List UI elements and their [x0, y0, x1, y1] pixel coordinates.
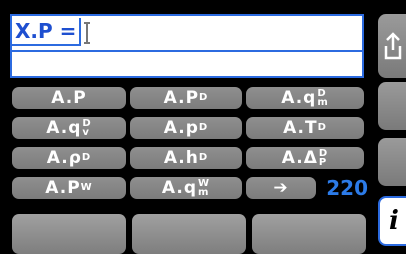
item-count: 220 [326, 176, 368, 200]
export-icon [378, 14, 406, 78]
softkey-3[interactable] [252, 214, 366, 254]
button-sub: v [82, 127, 90, 138]
button-base: A.q [161, 178, 198, 198]
info-icon: i [389, 206, 399, 236]
calculator-screen: X.P = A.P A.P D A.q Dm A.q Dv A.p D A.T D A… [0, 0, 406, 254]
side-button-2[interactable] [378, 82, 406, 130]
button-base: A.P [163, 88, 200, 108]
var-button-a-h-d[interactable]: A.h D [130, 147, 242, 169]
var-button-a-q-w-m[interactable]: A.q Wm [130, 177, 242, 199]
var-button-a-q-d-v[interactable]: A.q Dv [12, 117, 126, 139]
button-base: A.Δ [281, 148, 318, 168]
variable-label: X.P = [12, 18, 82, 46]
next-page-button[interactable]: ➔ [246, 177, 316, 199]
softkey-2[interactable] [132, 214, 246, 254]
softkey-1[interactable] [12, 214, 126, 254]
button-base: A.P [45, 178, 81, 198]
arrow-right-icon: ➔ [273, 178, 289, 198]
button-base: A.p [163, 118, 199, 138]
var-button-a-t-d[interactable]: A.T D [246, 117, 364, 139]
var-button-a-q-d-m[interactable]: A.q Dm [246, 87, 364, 109]
var-button-a-rho-d-2[interactable]: A.ρ D [12, 147, 126, 169]
var-button-a-p-w[interactable]: A.P W [12, 177, 126, 199]
export-button[interactable] [378, 14, 406, 78]
input-divider [12, 50, 362, 52]
var-button-a-p-d[interactable]: A.P D [130, 87, 242, 109]
button-base: A.T [283, 118, 318, 138]
button-base: A.h [163, 148, 199, 168]
var-button-a-p[interactable]: A.P [12, 87, 126, 109]
button-sub: m [198, 187, 210, 198]
var-button-a-rho-d[interactable]: A.p D [130, 117, 242, 139]
info-button[interactable]: i [378, 196, 406, 246]
var-button-a-delta-p-d[interactable]: A.Δ DP [246, 147, 364, 169]
text-cursor [84, 22, 90, 44]
side-button-3[interactable] [378, 138, 406, 186]
button-base: A.P [51, 88, 87, 108]
button-base: A.q [46, 118, 82, 138]
button-sub: P [318, 157, 328, 168]
expression-input[interactable]: X.P = [10, 14, 364, 78]
button-sub: m [317, 97, 329, 108]
button-base: A.q [281, 88, 317, 108]
button-base: A.ρ [46, 148, 82, 168]
